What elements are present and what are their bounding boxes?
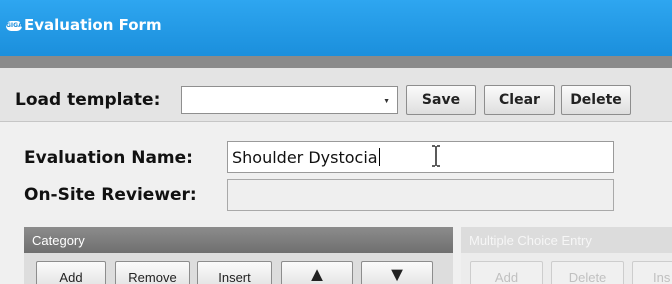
- template-select[interactable]: ▼: [181, 86, 398, 114]
- evaluation-name-label: Evaluation Name:: [24, 148, 193, 168]
- load-template-label: Load template:: [15, 90, 161, 110]
- save-button[interactable]: Save: [406, 85, 476, 115]
- arrow-up-icon: ▲: [307, 264, 327, 284]
- multiple-choice-panel-header: Multiple Choice Entry: [461, 227, 672, 253]
- window-title: Evaluation Form: [24, 16, 162, 34]
- onsite-reviewer-label: On-Site Reviewer:: [24, 185, 197, 205]
- arrow-down-icon: ▼: [387, 264, 407, 284]
- move-down-button[interactable]: ▼: [361, 261, 433, 284]
- title-bar: GIGA Evaluation Form: [0, 0, 672, 56]
- mc-insert-button[interactable]: Ins: [632, 261, 672, 284]
- category-insert-button[interactable]: Insert: [197, 261, 272, 284]
- category-remove-button[interactable]: Remove: [115, 261, 190, 284]
- category-panel-header: Category: [24, 227, 453, 253]
- ibeam-cursor-icon: [432, 145, 440, 167]
- clear-button[interactable]: Clear: [484, 85, 555, 115]
- onsite-reviewer-input[interactable]: [227, 179, 614, 211]
- delete-button[interactable]: Delete: [561, 85, 631, 115]
- category-add-button[interactable]: Add: [36, 261, 106, 284]
- evaluation-name-input[interactable]: Shoulder Dystocia: [227, 141, 614, 173]
- giga-logo: GIGA: [6, 21, 23, 31]
- mc-delete-button[interactable]: Delete: [551, 261, 624, 284]
- text-caret: [378, 148, 380, 166]
- mc-add-button[interactable]: Add: [470, 261, 543, 284]
- move-up-button[interactable]: ▲: [281, 261, 353, 284]
- evaluation-name-text: Shoulder Dystocia: [232, 147, 378, 167]
- title-divider: [0, 56, 672, 68]
- chevron-down-icon[interactable]: ▼: [383, 98, 390, 105]
